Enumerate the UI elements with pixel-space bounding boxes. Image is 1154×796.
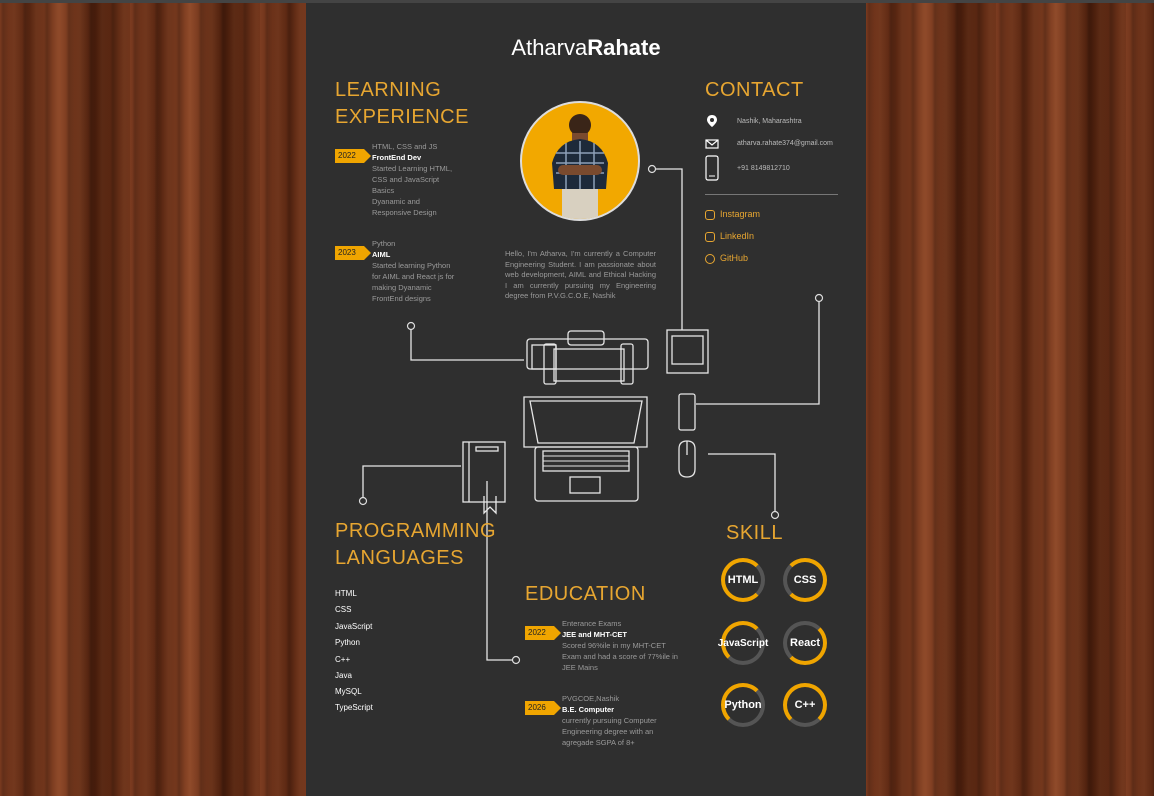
education-desc-line: Engineering degree with an <box>562 727 654 736</box>
education-item: Enterance Exams JEE and MHT-CET Scored 9… <box>562 618 692 673</box>
skill-css: CSS <box>783 558 827 602</box>
language-item: HTML <box>335 589 357 598</box>
languages-heading-line2: LANGUAGES <box>335 547 464 569</box>
language-item: Python <box>335 638 360 647</box>
language-item: C++ <box>335 655 351 664</box>
language-item: CSS <box>335 605 352 614</box>
language-item: JavaScript <box>335 622 373 631</box>
education-subtitle: PVGCOE,Nashik <box>562 694 620 703</box>
skill-javascript: JavaScript <box>718 621 768 665</box>
education-desc-line: Exam and had a score of 77%ile in <box>562 652 678 661</box>
skills-heading: SKILL <box>726 522 783 544</box>
education-title: B.E. Computer <box>562 705 615 714</box>
wood-background-right <box>866 0 1154 796</box>
desk-illustration <box>358 164 824 665</box>
skill-html: HTML <box>721 558 765 602</box>
education-title: JEE and MHT-CET <box>562 630 628 639</box>
education-year-badge: 2026 <box>525 701 561 715</box>
education-desc-line: JEE Mains <box>562 663 598 672</box>
languages-heading: PROGRAMMING LANGUAGES <box>335 518 496 572</box>
languages-heading-line1: PROGRAMMING <box>335 520 497 542</box>
wood-background-left <box>0 0 306 796</box>
skill-react: React <box>783 621 827 665</box>
resume-card: AtharvaRahate LEARNING EXPERIENCE 2022 H… <box>306 3 866 796</box>
language-item: MySQL <box>335 687 362 696</box>
education-desc-line: agregade SGPA of 8+ <box>562 738 635 747</box>
skill-python: Python <box>721 683 765 727</box>
education-item: PVGCOE,Nashik B.E. Computer currently pu… <box>562 693 692 748</box>
language-item: Java <box>335 671 352 680</box>
education-year-badge: 2022 <box>525 626 561 640</box>
education-heading: EDUCATION <box>525 583 646 605</box>
language-item: TypeScript <box>335 703 373 712</box>
skill-cpp: C++ <box>783 683 827 727</box>
education-subtitle: Enterance Exams <box>562 619 622 628</box>
education-desc-line: currently pursuing Computer <box>562 716 657 725</box>
education-desc-line: Scored 96%ile in my MHT-CET <box>562 641 666 650</box>
